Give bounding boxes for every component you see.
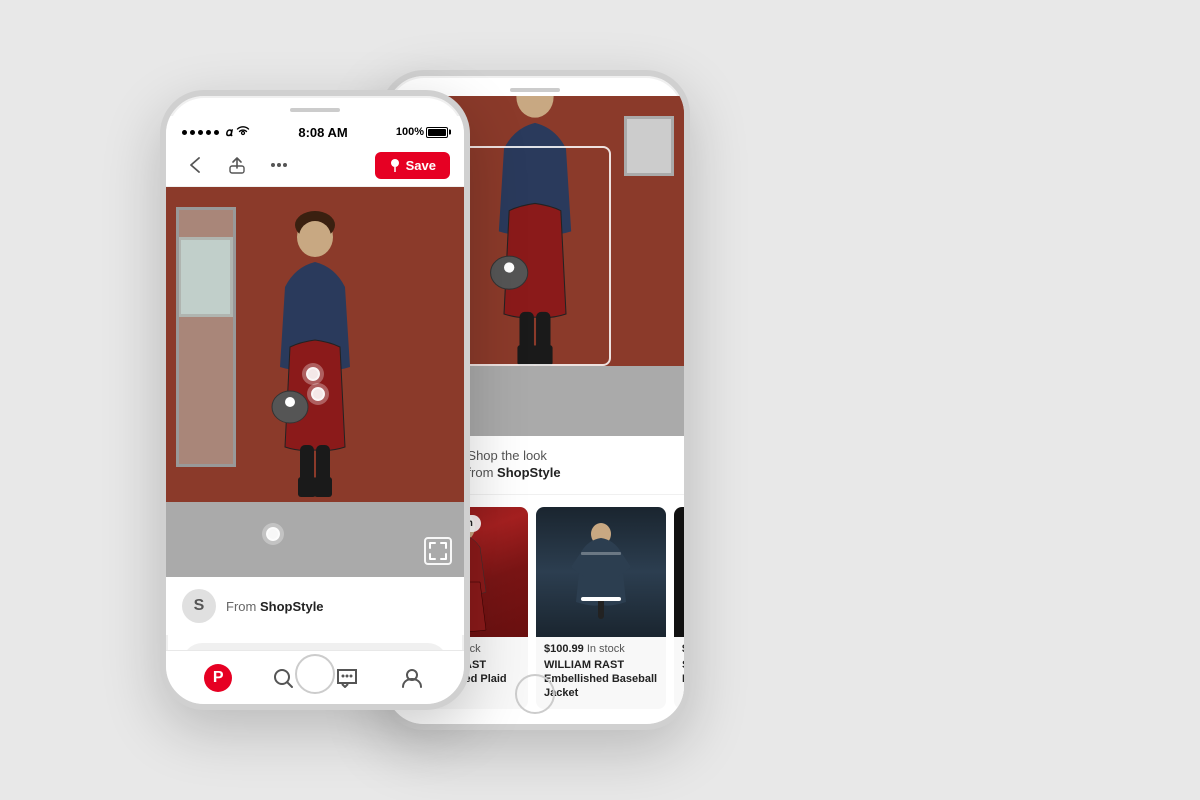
- source-name: ShopStyle: [260, 599, 324, 614]
- price-line-2: $100.99 In stock: [544, 643, 658, 655]
- signal-dot-4: [206, 130, 211, 135]
- save-label: Save: [406, 158, 436, 173]
- stock-2: In stock: [587, 643, 625, 655]
- source-avatar: S: [182, 589, 216, 623]
- price-3: $34.43: [682, 643, 684, 655]
- pinterest-logo: P: [204, 664, 232, 692]
- jacket-icon: [566, 522, 636, 622]
- person-figure: [245, 207, 385, 507]
- save-button[interactable]: Save: [375, 152, 450, 179]
- signal-dot-3: [198, 130, 203, 135]
- source-text: From ShopStyle: [226, 599, 324, 614]
- product-image-2: [536, 507, 666, 637]
- nav-profile[interactable]: [392, 658, 432, 698]
- shop-title-text: Shop the look: [467, 448, 547, 463]
- price-2: $100.99: [544, 643, 584, 655]
- product-info-3: $34.43 In s Seven Dia Kris Com: [674, 637, 684, 695]
- door-frame: [176, 207, 236, 467]
- signal-dot-5: [214, 130, 219, 135]
- shop-subtitle-prefix: from: [467, 465, 493, 480]
- product-card-2[interactable]: $100.99 In stock WILLIAM RAST Embellishe…: [536, 507, 666, 709]
- nav-messages[interactable]: [327, 658, 367, 698]
- product-info-2: $100.99 In stock WILLIAM RAST Embellishe…: [536, 637, 666, 709]
- toolbar-left: Save: [166, 144, 464, 187]
- signal-dot-1: [182, 130, 187, 135]
- right-building-window: [624, 116, 674, 176]
- battery-fill: [428, 129, 446, 136]
- battery-bar: [426, 127, 448, 138]
- product-image-3: [674, 507, 684, 637]
- more-button[interactable]: [264, 150, 294, 180]
- share-button[interactable]: [222, 150, 252, 180]
- back-button[interactable]: [180, 150, 210, 180]
- source-row: S From ShopStyle: [166, 577, 464, 635]
- shop-source-name: ShopStyle: [497, 465, 561, 480]
- hotspot-2[interactable]: [311, 387, 325, 401]
- nav-home[interactable]: P: [198, 658, 238, 698]
- battery-indicator: 100%: [396, 126, 448, 138]
- hotspot-3[interactable]: [266, 527, 280, 541]
- signal-dot-2: [190, 130, 195, 135]
- signal-area: 𝛼: [182, 125, 250, 140]
- product-name-2: WILLIAM RAST Embellished Baseball Jacket: [544, 658, 658, 701]
- search-icon: [272, 667, 294, 689]
- profile-icon: [401, 667, 423, 689]
- product-name-3: Seven Dia Kris Com: [682, 658, 684, 687]
- time-display: 8:08 AM: [298, 125, 347, 140]
- battery-percent: 100%: [396, 126, 424, 138]
- expand-button[interactable]: [424, 537, 452, 565]
- phone-left: 𝛼 8:08 AM 100%: [160, 90, 470, 710]
- pin-icon: [389, 158, 401, 172]
- main-photo: [166, 187, 464, 577]
- product-card-3[interactable]: $34.43 In s Seven Dia Kris Com: [674, 507, 684, 709]
- boot-visual: [674, 507, 684, 637]
- phones-container: 𝛼 8:08 AM 100%: [0, 0, 1200, 800]
- bottom-nav-left: P: [166, 650, 464, 704]
- price-line-3: $34.43 In s: [682, 643, 684, 655]
- shop-title: Shop the look from ShopStyle: [467, 448, 560, 482]
- messages-icon: [336, 668, 358, 688]
- status-bar-left: 𝛼 8:08 AM 100%: [166, 116, 464, 144]
- jacket-visual: [536, 507, 666, 637]
- wifi-icon: 𝛼: [226, 125, 250, 140]
- hotspot-1[interactable]: [306, 367, 320, 381]
- sidewalk: [166, 502, 464, 577]
- more-like-this: More like this: [386, 717, 684, 724]
- nav-search[interactable]: [263, 658, 303, 698]
- from-label: From: [226, 599, 256, 614]
